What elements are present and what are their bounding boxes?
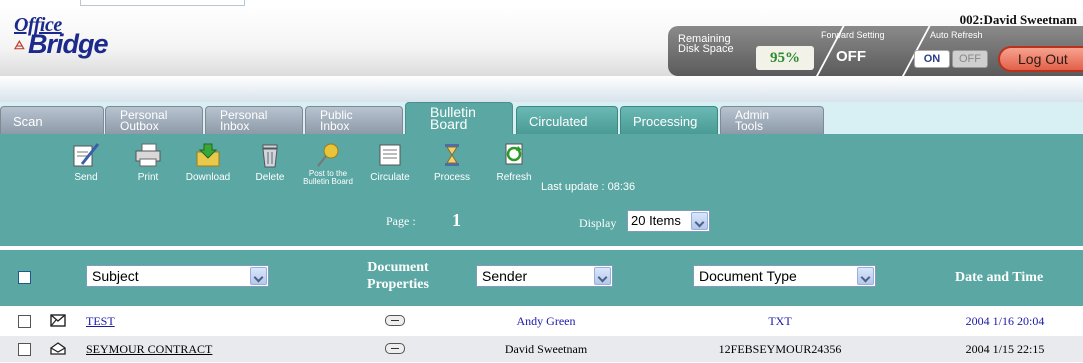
auto-refresh-label: Auto Refresh — [930, 30, 983, 40]
auto-refresh-on-button[interactable]: ON — [914, 50, 950, 68]
table-row[interactable]: TEST Andy Green TXT 2004 1/16 20:04 — [0, 308, 1083, 334]
row-sender: Andy Green — [516, 314, 576, 328]
refresh-icon — [505, 143, 523, 165]
trash-icon — [262, 144, 278, 168]
circulate-icon — [379, 144, 401, 166]
tab-personal-outbox[interactable]: Personal Outbox — [105, 106, 203, 134]
tab-label: Circulated — [529, 114, 588, 129]
column-header-bar: Subject Document Properties Sender Docum… — [0, 250, 1083, 306]
refresh-button[interactable]: Refresh — [492, 142, 536, 194]
tab-bar: Scan Personal Outbox Personal Inbox Publ… — [0, 102, 1083, 134]
post-to-bulletin-board-button[interactable]: Post to the Bulletin Board — [296, 142, 360, 194]
tab-label: Outbox — [120, 119, 159, 133]
circulate-button[interactable]: Circulate — [364, 142, 416, 194]
last-update: Last update :08:36 — [541, 181, 635, 193]
tab-circulated[interactable]: Circulated — [516, 106, 618, 134]
tab-admin-tools[interactable]: Admin Tools — [720, 106, 824, 134]
document-type-header-label: Document Type — [699, 268, 797, 284]
chevron-down-icon[interactable] — [250, 267, 267, 285]
document-type-sort-select[interactable]: Document Type — [693, 265, 876, 287]
send-button[interactable]: Send — [66, 142, 106, 194]
row-subject-link[interactable]: SEYMOUR CONTRACT — [86, 342, 212, 357]
post-label-line2: Bulletin Board — [303, 177, 353, 186]
delete-label: Delete — [255, 172, 285, 183]
process-label: Process — [433, 172, 471, 183]
process-button[interactable]: Process — [430, 142, 474, 194]
row-document-type: 12FEBSEYMOUR24356 — [718, 342, 842, 356]
subject-header-label: Subject — [92, 268, 139, 284]
hourglass-icon — [445, 144, 459, 166]
tab-label: Scan — [13, 114, 43, 129]
tab-label: Inbox — [320, 119, 350, 133]
row-checkbox[interactable] — [18, 343, 31, 356]
date-time-header: Date and Time — [955, 270, 1044, 285]
doc-props-line2: Properties — [367, 277, 429, 292]
display-count-value: 20 Items — [631, 213, 681, 228]
logout-button[interactable]: Log Out — [998, 46, 1083, 72]
toolbar: Send Print Download Delete Post to the B… — [0, 134, 1083, 246]
logo-mark-icon: ⨺ — [14, 38, 25, 52]
sender-header-label: Sender — [482, 268, 528, 284]
tab-label: Tools — [735, 119, 764, 133]
last-update-value: 08:36 — [607, 181, 636, 193]
tab-bulletin-board[interactable]: Bulletin Board — [405, 102, 513, 134]
print-button[interactable]: Print — [128, 142, 168, 194]
subject-sort-select[interactable]: Subject — [86, 265, 269, 287]
tab-label: Processing — [633, 114, 698, 129]
forward-setting-label: Forward Setting — [821, 30, 885, 40]
refresh-label: Refresh — [496, 172, 532, 183]
last-update-label: Last update : — [541, 181, 605, 193]
pushpin-icon — [317, 143, 339, 167]
display-count-select[interactable]: 20 Items — [627, 210, 710, 232]
document-properties-icon[interactable] — [385, 315, 405, 326]
chevron-down-icon[interactable] — [857, 267, 874, 285]
sender-sort-select[interactable]: Sender — [476, 265, 613, 287]
chevron-down-icon[interactable] — [594, 267, 611, 285]
print-label: Print — [137, 172, 159, 183]
header-band — [0, 76, 1083, 102]
download-label: Download — [185, 172, 231, 183]
document-properties-icon[interactable] — [385, 343, 405, 354]
auto-refresh-off-button[interactable]: OFF — [952, 50, 988, 68]
chevron-down-icon[interactable] — [691, 212, 708, 230]
tab-processing[interactable]: Processing — [620, 106, 718, 134]
office-bridge-logo: Office ⨺ Bridge — [14, 14, 124, 59]
tab-personal-inbox[interactable]: Personal Inbox — [205, 106, 303, 134]
row-date-time: 2004 1/16 20:04 — [965, 314, 1045, 328]
row-subject-link[interactable]: TEST — [86, 314, 115, 329]
row-document-type: TXT — [768, 314, 792, 328]
row-date-time: 2004 1/15 22:15 — [965, 342, 1045, 356]
page-number: 1 — [452, 210, 461, 230]
read-envelope-icon — [50, 342, 66, 355]
header: Office ⨺ Bridge 002:David Sweetnam Remai… — [0, 6, 1083, 76]
disk-space-value: 95% — [756, 46, 814, 70]
delete-button[interactable]: Delete — [250, 142, 290, 194]
send-icon — [73, 143, 100, 167]
status-panel: Remaining Disk Space 95% Forward Setting… — [668, 26, 1083, 76]
tab-public-inbox[interactable]: Public Inbox — [305, 106, 403, 134]
print-icon — [135, 143, 161, 167]
tab-label: Inbox — [220, 119, 250, 133]
disk-space-label: Remaining Disk Space — [678, 33, 734, 55]
tab-scan[interactable]: Scan — [0, 106, 104, 134]
display-label: Display — [579, 216, 617, 230]
table-row[interactable]: SEYMOUR CONTRACT David Sweetnam 12FEBSEY… — [0, 336, 1083, 362]
page-label: Page : — [386, 214, 416, 228]
forward-setting-value[interactable]: OFF — [836, 48, 866, 65]
send-label: Send — [74, 172, 98, 183]
unread-envelope-icon — [50, 314, 66, 327]
circulate-label: Circulate — [370, 172, 410, 183]
document-properties-header: Document Properties — [355, 259, 441, 293]
download-button[interactable]: Download — [180, 142, 236, 194]
logo-bridge-text: Bridge — [28, 29, 109, 59]
doc-props-line1: Document — [367, 260, 429, 275]
row-checkbox[interactable] — [18, 315, 31, 328]
row-sender: David Sweetnam — [504, 342, 588, 356]
select-all-checkbox[interactable] — [18, 271, 31, 284]
download-icon — [196, 143, 220, 167]
